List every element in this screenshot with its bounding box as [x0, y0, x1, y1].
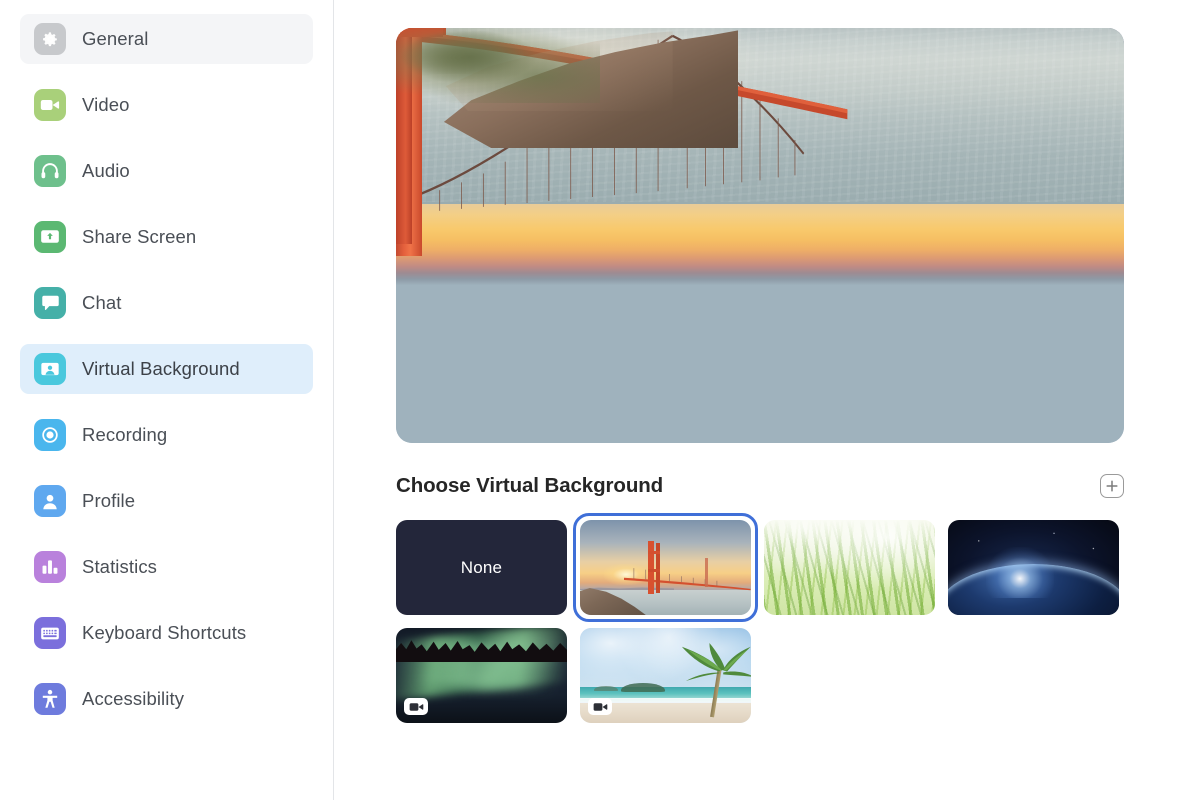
video-badge-icon: [404, 698, 428, 715]
thumbnail-grass-wrapper: [764, 520, 935, 615]
choose-background-header: Choose Virtual Background: [396, 474, 1124, 498]
sidebar-item-label: Video: [82, 94, 130, 115]
sidebar-item-share-screen[interactable]: Share Screen: [20, 212, 313, 262]
sidebar-item-label: Recording: [82, 424, 168, 445]
sidebar-item-statistics[interactable]: Statistics: [20, 542, 313, 592]
video-camera-icon: [409, 702, 423, 711]
thumbnail-beach-wrapper: [580, 628, 751, 723]
virtual-background-panel: Choose Virtual Background None: [334, 0, 1200, 800]
sidebar-item-chat[interactable]: Chat: [20, 278, 313, 328]
keyboard-icon: [34, 617, 66, 649]
add-background-button[interactable]: [1100, 474, 1124, 498]
background-thumbnail-grass[interactable]: [764, 520, 935, 615]
thumbnail-none-wrapper: None: [396, 520, 567, 615]
person-icon: [34, 485, 66, 517]
thumb-island: [593, 685, 618, 691]
background-thumbnail-aurora[interactable]: [396, 628, 567, 723]
sidebar-item-virtual-background[interactable]: Virtual Background: [20, 344, 313, 394]
thumb-bridge-tower: [656, 542, 661, 594]
plus-icon: [1106, 480, 1118, 492]
page-title: Choose Virtual Background: [396, 474, 664, 497]
thumbnail-golden-gate-wrapper-selected: [573, 513, 758, 622]
settings-sidebar: General Video Audio Share Screen Chat Vi…: [0, 0, 334, 800]
sidebar-item-label: Audio: [82, 160, 130, 181]
chat-bubble-icon: [34, 287, 66, 319]
background-thumbnail-none[interactable]: None: [396, 520, 567, 615]
thumb-palm-fronds: [676, 643, 751, 682]
thumbnail-aurora-wrapper: [396, 628, 567, 723]
sidebar-item-video[interactable]: Video: [20, 80, 313, 130]
thumbnail-label: None: [460, 557, 503, 577]
sidebar-item-label: Share Screen: [82, 226, 197, 247]
virtual-background-settings-window: General Video Audio Share Screen Chat Vi…: [0, 0, 1200, 800]
gear-icon: [34, 23, 66, 55]
sidebar-item-label: Chat: [82, 292, 122, 313]
thumb-bridge-deck: [624, 568, 751, 591]
background-preview[interactable]: [396, 28, 1124, 443]
sidebar-item-accessibility[interactable]: Accessibility: [20, 674, 313, 724]
sidebar-item-label: Keyboard Shortcuts: [82, 622, 247, 643]
sidebar-item-general[interactable]: General: [20, 14, 313, 64]
sidebar-item-profile[interactable]: Profile: [20, 476, 313, 526]
video-camera-icon: [34, 89, 66, 121]
record-circle-icon: [34, 419, 66, 451]
headphones-icon: [34, 155, 66, 187]
bar-chart-icon: [34, 551, 66, 583]
thumb-bridge-tower: [648, 540, 654, 595]
sidebar-item-recording[interactable]: Recording: [20, 410, 313, 460]
sidebar-item-keyboard-shortcuts[interactable]: Keyboard Shortcuts: [20, 608, 313, 658]
thumbnail-space-wrapper: [948, 520, 1119, 615]
sidebar-item-label: Profile: [82, 490, 136, 511]
sidebar-item-label: Statistics: [82, 556, 158, 577]
sidebar-item-audio[interactable]: Audio: [20, 146, 313, 196]
sidebar-item-label: General: [82, 28, 149, 49]
sidebar-item-label: Accessibility: [82, 688, 185, 709]
preview-vegetation: [396, 28, 528, 74]
sidebar-item-label: Virtual Background: [82, 358, 240, 379]
thumb-sun-flare: [985, 546, 1054, 598]
video-badge-icon: [588, 698, 612, 715]
background-thumbnail-beach[interactable]: [580, 628, 751, 723]
background-thumbnail-space[interactable]: [948, 520, 1119, 615]
thumb-island: [621, 683, 666, 692]
thumb-light-glow: [764, 520, 935, 615]
virtual-background-icon: [34, 353, 66, 385]
share-screen-icon: [34, 221, 66, 253]
thumb-bridge-tower: [648, 551, 661, 555]
accessibility-icon: [34, 683, 66, 715]
thumb-bridge-tower: [648, 569, 661, 573]
background-thumbnail-grid: None: [396, 513, 1136, 723]
video-camera-icon: [593, 702, 607, 711]
background-thumbnail-golden-gate[interactable]: [580, 520, 751, 615]
thumb-far-tower: [704, 558, 708, 587]
